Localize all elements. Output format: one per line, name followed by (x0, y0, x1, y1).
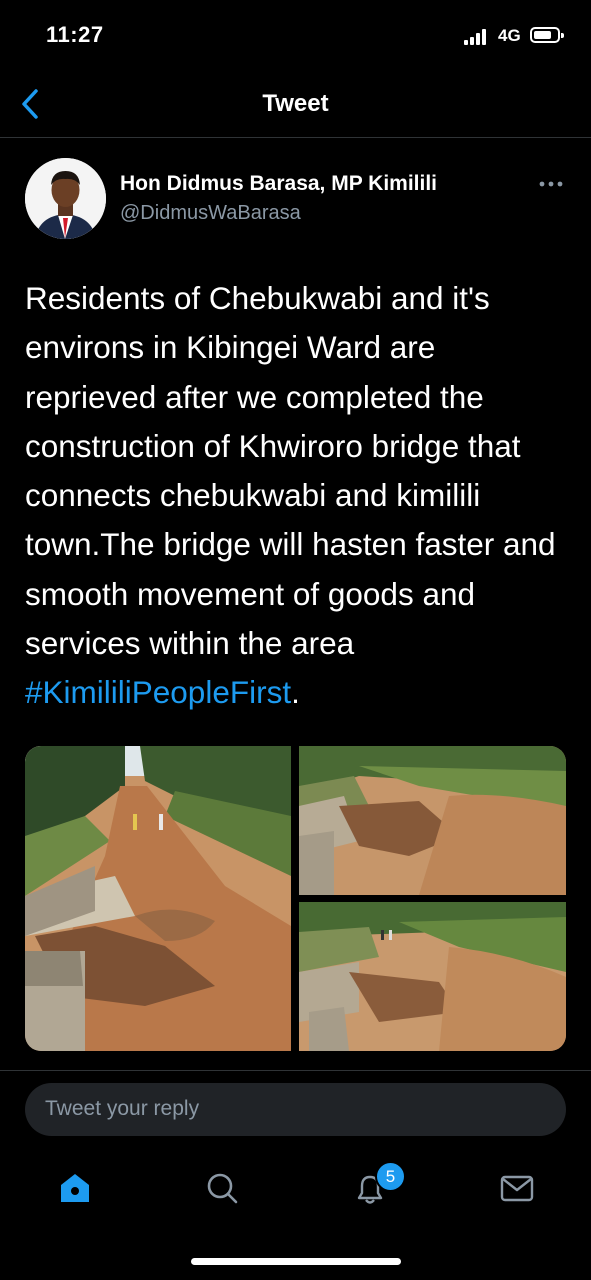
tweet-photo-1[interactable] (25, 746, 291, 1051)
notification-badge: 5 (375, 1161, 406, 1192)
more-options-button[interactable] (536, 175, 566, 193)
tweet-photo-3[interactable] (299, 902, 566, 1051)
search-icon (207, 1173, 238, 1204)
tweet-text: Residents of Chebukwabi and it's environ… (25, 274, 575, 718)
status-time: 11:27 (46, 22, 104, 47)
reply-divider (0, 1070, 591, 1071)
home-icon (61, 1174, 89, 1202)
author-name[interactable]: Hon Didmus Barasa, MP Kimilili (120, 172, 437, 196)
author-handle[interactable]: @DidmusWaBarasa (120, 202, 301, 225)
tab-home[interactable] (55, 1168, 95, 1208)
more-dots-icon (539, 181, 563, 187)
reply-box[interactable]: Tweet your reply (25, 1083, 566, 1136)
reply-input[interactable]: Tweet your reply (45, 1097, 199, 1121)
battery-icon (530, 27, 564, 43)
signal-icon (464, 29, 492, 45)
tweet-photo-2[interactable] (299, 746, 566, 895)
page-title: Tweet (262, 90, 329, 117)
status-bar: 11:27 4G (0, 0, 591, 70)
home-indicator[interactable] (191, 1258, 401, 1265)
hashtag-link[interactable]: #KimililiPeopleFirst (25, 674, 291, 710)
tab-search[interactable] (202, 1168, 242, 1208)
tweet-text-end: . (291, 674, 300, 711)
mail-icon (500, 1175, 534, 1202)
media-grid (25, 746, 566, 1051)
network-type: 4G (498, 26, 521, 45)
tab-messages[interactable] (497, 1168, 537, 1208)
nav-bar: Tweet (0, 70, 591, 138)
tweet-body: Residents of Chebukwabi and it's environ… (25, 280, 556, 662)
avatar[interactable] (25, 158, 106, 239)
